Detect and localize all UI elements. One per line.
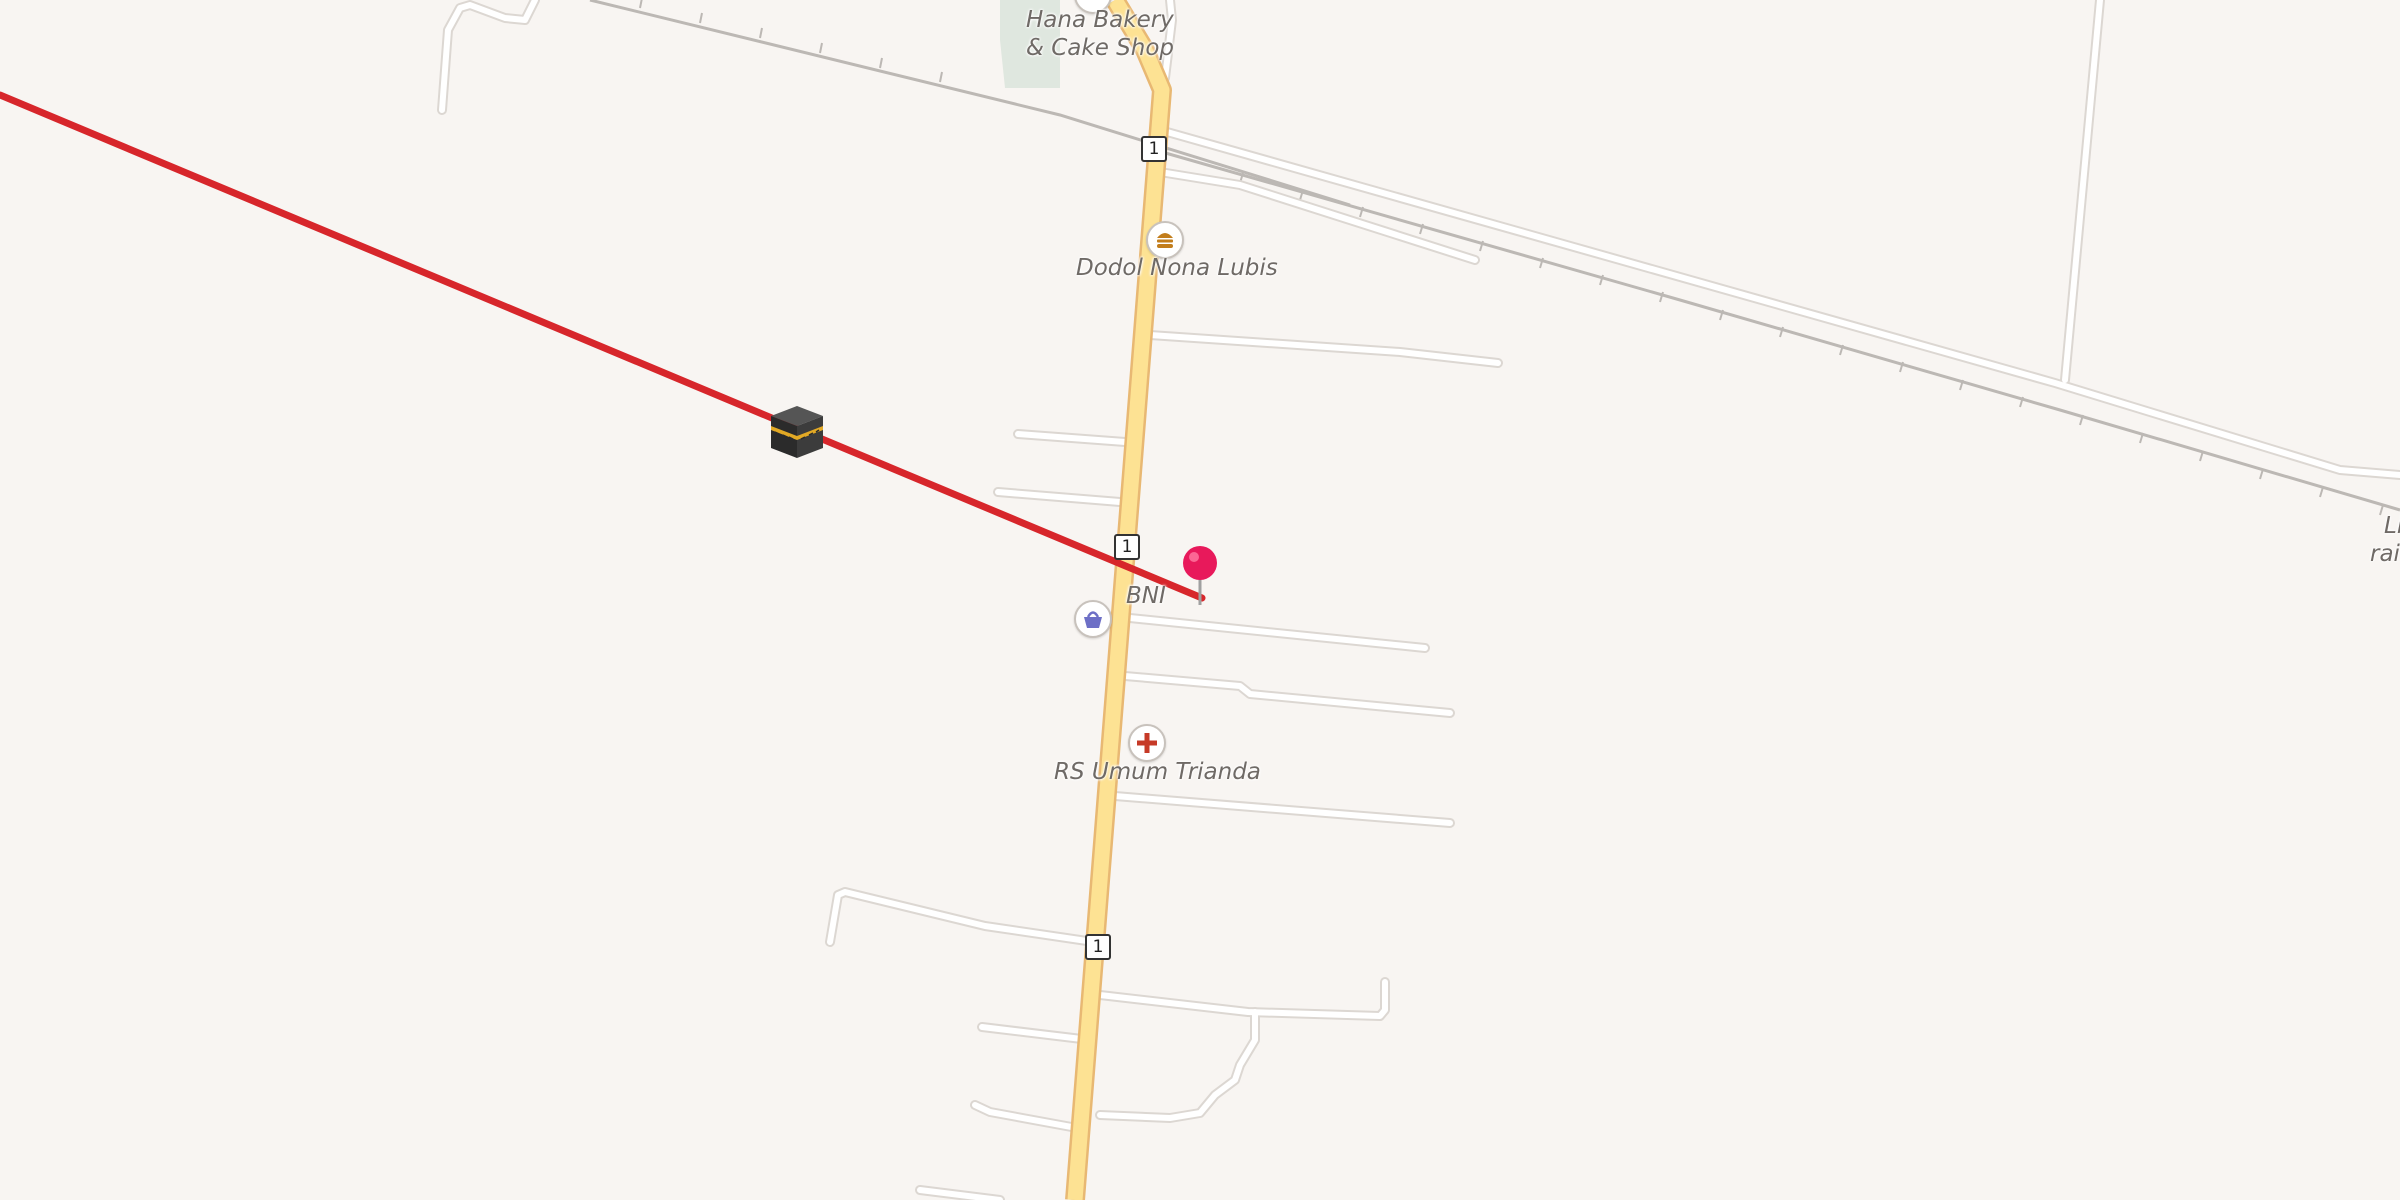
shopping-basket-icon[interactable]: [1074, 600, 1112, 638]
map-pin-icon[interactable]: [1178, 543, 1222, 613]
map-canvas[interactable]: 1 1 1 Hana Bakery & Cake Shop Dodol Nona…: [0, 0, 2400, 1200]
minor-roads-casing: [437, 0, 2400, 1200]
poi-label-bni[interactable]: BNI: [1126, 582, 1166, 610]
edge-label: Li rai: [2370, 513, 2400, 567]
road-shield: 1: [1114, 534, 1140, 560]
hospital-cross-icon[interactable]: [1128, 724, 1166, 762]
minor-roads: [439, 0, 2400, 1200]
poi-label-dodol-nona-lubis[interactable]: Dodol Nona Lubis: [1076, 254, 1278, 282]
railway: [589, 0, 2400, 516]
kaaba-icon[interactable]: [767, 402, 827, 462]
road-shield: 1: [1141, 136, 1167, 162]
road-shield: 1: [1085, 934, 1111, 960]
route-line: [0, 91, 1206, 602]
poi-label-hana-bakery[interactable]: Hana Bakery & Cake Shop: [1026, 6, 1174, 62]
poi-label-rs-umum-trianda[interactable]: RS Umum Trianda: [1054, 758, 1261, 786]
